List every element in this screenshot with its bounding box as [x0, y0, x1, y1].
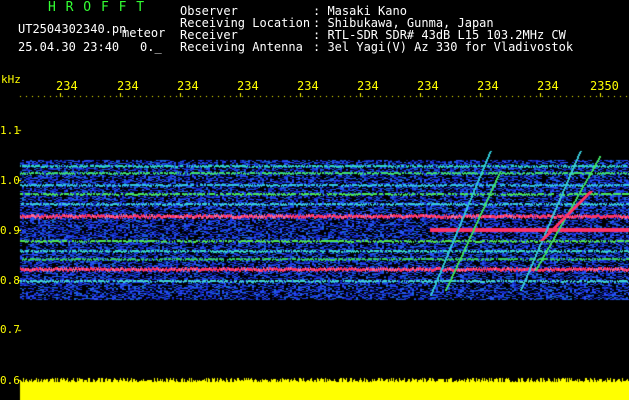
freq-label: 0.6 — [0, 374, 20, 387]
time-label: 234 — [357, 79, 379, 93]
unit-label: kHz — [1, 73, 21, 86]
freq-label: 0.9 — [0, 224, 20, 237]
spectrogram-canvas — [0, 0, 629, 400]
time-label: 2350 — [590, 79, 619, 93]
time-label: 234 — [237, 79, 259, 93]
counter-label: 0._ — [140, 40, 162, 54]
freq-label: 0.7 — [0, 323, 20, 336]
tag-label: meteor — [122, 26, 166, 40]
time-label: 234 — [56, 79, 78, 93]
freq-label: 1.0 — [0, 174, 20, 187]
filename-label: UT2504302340.pn — [18, 22, 127, 36]
freq-label: 1.1 — [0, 124, 20, 137]
time-label: 234 — [477, 79, 499, 93]
time-label: 234 — [177, 79, 199, 93]
app-title: H R O F F T — [48, 0, 146, 15]
freq-label: 0.8 — [0, 274, 20, 287]
time-label: 234 — [537, 79, 559, 93]
antenna-value: : 3el Yagi(V) Az 330 for Vladivostok — [313, 40, 574, 54]
datetime-label: 25.04.30 23:40 — [18, 40, 120, 54]
antenna-label: Receiving Antenna — [180, 40, 303, 54]
time-label: 234 — [117, 79, 139, 93]
time-label: 234 — [417, 79, 439, 93]
time-label: 234 — [297, 79, 319, 93]
